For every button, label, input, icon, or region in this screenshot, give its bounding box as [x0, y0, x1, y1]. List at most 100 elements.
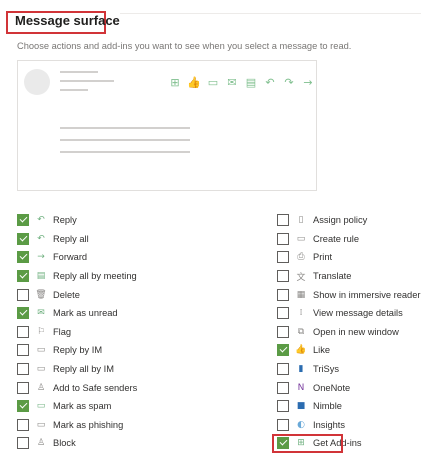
reply-all-icon: ↶ — [37, 233, 45, 244]
option-label: Nimble — [313, 401, 342, 412]
option-trisys[interactable]: ▮ TriSys — [277, 360, 420, 379]
option-mark-as-phishing[interactable]: ▭ Mark as phishing — [17, 416, 137, 435]
preview-line — [60, 127, 190, 129]
checkbox[interactable] — [17, 381, 29, 394]
checkbox[interactable] — [17, 270, 29, 283]
preview-line — [60, 151, 190, 153]
option-label: Translate — [313, 271, 352, 282]
option-label: Reply by IM — [53, 345, 103, 356]
forward-icon: → — [303, 76, 313, 89]
option-open-in-new-window[interactable]: ⧉ Open in new window — [277, 323, 420, 342]
section-title: Message surface — [15, 13, 120, 28]
option-mark-as-unread[interactable]: ✉ Mark as unread — [17, 304, 137, 323]
checkbox[interactable] — [17, 418, 29, 431]
option-onenote[interactable]: N OneNote — [277, 378, 420, 397]
spam-icon: ▭ — [36, 401, 46, 412]
preview-line — [60, 80, 114, 82]
checkbox[interactable] — [17, 363, 29, 376]
option-print[interactable]: ⎙ Print — [277, 248, 420, 267]
checkbox[interactable] — [17, 400, 29, 413]
details-icon: ⁞ — [299, 308, 303, 319]
checkbox[interactable] — [17, 325, 29, 338]
option-label: Block — [53, 438, 76, 449]
trisys-icon: ▮ — [298, 364, 304, 375]
option-view-message-details[interactable]: ⁞ View message details — [277, 304, 420, 323]
envelope-icon: ✉ — [37, 308, 45, 319]
policy-icon: ▯ — [298, 215, 304, 226]
option-label: Forward — [53, 252, 88, 263]
checkbox[interactable] — [277, 251, 289, 264]
checkbox[interactable] — [17, 214, 29, 227]
option-show-in-immersive-reader[interactable]: ▦ Show in immersive reader — [277, 285, 420, 304]
option-assign-policy[interactable]: ▯ Assign policy — [277, 211, 420, 230]
reply-all-icon: ↷ — [284, 76, 294, 89]
option-label: Assign policy — [313, 215, 368, 226]
option-label: Like — [313, 345, 331, 356]
envelope-icon: ✉ — [227, 76, 237, 89]
option-reply[interactable]: ↶ Reply — [17, 211, 137, 230]
checkbox[interactable] — [277, 214, 289, 227]
option-create-rule[interactable]: ▭ Create rule — [277, 230, 420, 249]
person-add-icon: ♙ — [36, 382, 46, 393]
option-reply-all[interactable]: ↶ Reply all — [17, 230, 137, 249]
option-translate[interactable]: 文 Translate — [277, 267, 420, 286]
option-label: Reply — [53, 215, 77, 226]
phishing-icon: ▭ — [36, 419, 46, 430]
trash-icon: 🗑 — [35, 289, 47, 300]
option-flag[interactable]: ⚐ Flag — [17, 323, 137, 342]
checkbox[interactable] — [277, 381, 289, 394]
option-label: Reply all — [53, 233, 89, 244]
option-label: Open in new window — [313, 326, 399, 337]
option-mark-as-spam[interactable]: ▭ Mark as spam — [17, 397, 137, 416]
option-label: Reply all by IM — [53, 364, 114, 375]
preview-toolbar: ⊞ 👍 ▭ ✉ ▤ ↶ ↷ → — [168, 76, 315, 89]
checkbox[interactable] — [277, 363, 289, 376]
chat-icon: ▭ — [36, 345, 46, 356]
insights-icon: ◐ — [297, 419, 305, 430]
avatar-placeholder — [24, 69, 50, 95]
checkbox[interactable] — [277, 418, 289, 431]
option-add-to-safe-senders[interactable]: ♙ Add to Safe senders — [17, 378, 137, 397]
checkbox[interactable] — [277, 232, 289, 245]
checkbox[interactable] — [277, 288, 289, 301]
option-block[interactable]: ♙ Block — [17, 434, 137, 453]
flag-icon: ⚐ — [36, 326, 46, 337]
option-label: TriSys — [313, 364, 339, 375]
translate-icon: 文 — [296, 272, 306, 283]
option-label: Mark as phishing — [53, 419, 124, 430]
option-delete[interactable]: 🗑 Delete — [17, 285, 137, 304]
checkbox[interactable] — [17, 288, 29, 301]
top-divider — [120, 13, 421, 14]
option-reply-all-by-meeting[interactable]: ▤ Reply all by meeting — [17, 267, 137, 286]
checkbox[interactable] — [17, 251, 29, 264]
checkbox[interactable] — [277, 325, 289, 338]
option-reply-all-by-im[interactable]: ▭ Reply all by IM — [17, 360, 137, 379]
immersive-reader-icon: ▦ — [296, 289, 306, 300]
option-label: Add to Safe senders — [53, 382, 138, 393]
option-like[interactable]: 👍 Like — [277, 341, 420, 360]
option-insights[interactable]: ◐ Insights — [277, 416, 420, 435]
option-nimble[interactable]: ■ Nimble — [277, 397, 420, 416]
option-label: Show in immersive reader — [313, 289, 421, 300]
checkbox[interactable] — [277, 400, 289, 413]
checkbox[interactable] — [277, 344, 289, 357]
rule-icon: ▭ — [296, 233, 306, 244]
calendar-icon: ▤ — [36, 271, 46, 282]
checkbox[interactable] — [17, 232, 29, 245]
section-subtitle: Choose actions and add-ins you want to s… — [17, 41, 352, 51]
checkbox[interactable] — [17, 437, 29, 450]
checkbox[interactable] — [277, 270, 289, 283]
chat-icon: ▭ — [207, 76, 219, 89]
option-label: Delete — [53, 289, 80, 300]
option-label: Mark as unread — [53, 308, 118, 319]
option-label: OneNote — [313, 382, 351, 393]
checkbox[interactable] — [277, 307, 289, 320]
chat-group-icon: ▭ — [36, 364, 46, 375]
option-label: Insights — [313, 419, 346, 430]
checkbox[interactable] — [17, 307, 29, 320]
checkbox[interactable] — [17, 344, 29, 357]
like-icon: 👍 — [187, 76, 201, 89]
option-forward[interactable]: → Forward — [17, 248, 137, 267]
reply-icon: ↶ — [265, 76, 275, 89]
option-reply-by-im[interactable]: ▭ Reply by IM — [17, 341, 137, 360]
